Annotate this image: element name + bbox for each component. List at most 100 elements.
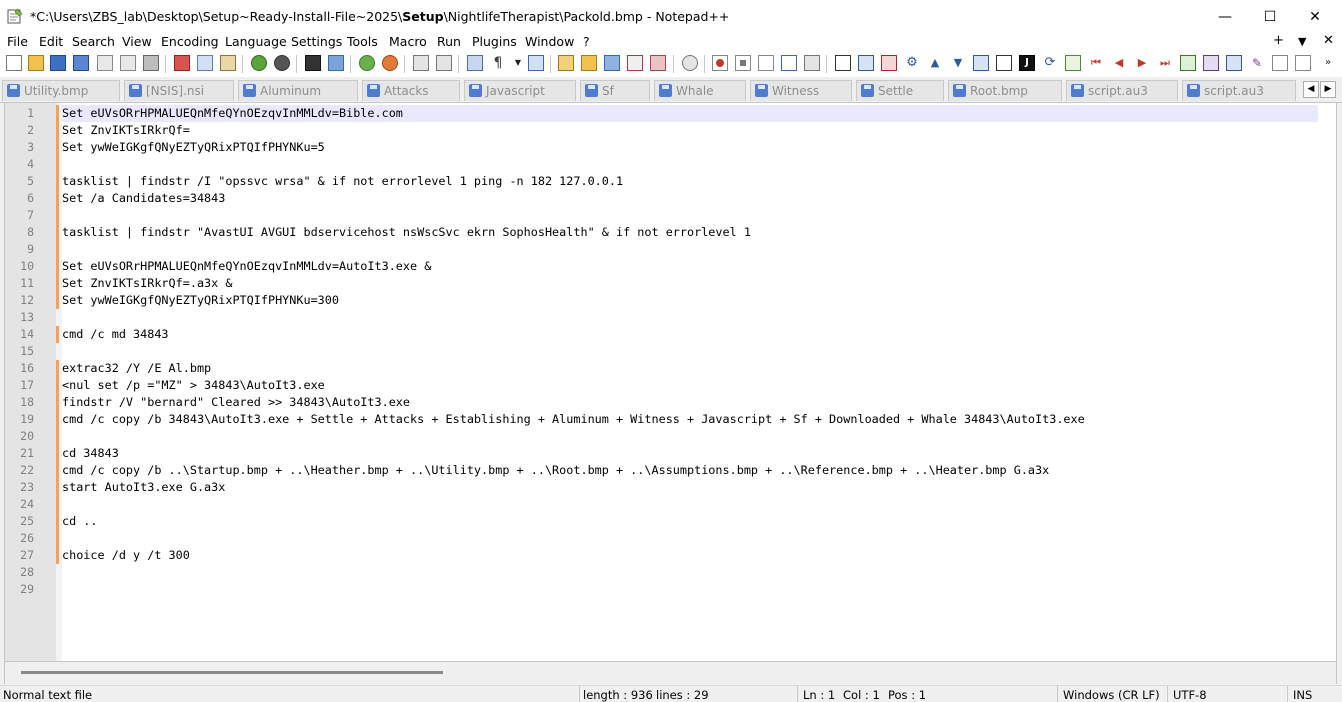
last-icon[interactable]: ⏭ bbox=[1157, 55, 1173, 71]
previous-icon[interactable]: ◀ bbox=[1111, 55, 1127, 71]
code-line[interactable]: 1 Set eUVsORrHPMALUEQnMfeQYnOEzqvInMMLdv=… bbox=[5, 105, 1281, 122]
next-icon[interactable]: ▶ bbox=[1134, 55, 1150, 71]
plugin-icon-5[interactable] bbox=[973, 55, 989, 71]
new-tab-icon[interactable]: + bbox=[1273, 33, 1284, 48]
menu-file[interactable]: File bbox=[7, 34, 28, 49]
user-defined-language-icon[interactable] bbox=[558, 55, 574, 71]
tab-attacks[interactable]: Attacks bbox=[362, 80, 460, 101]
menu-run[interactable]: Run bbox=[437, 34, 461, 49]
code-line[interactable]: 6 Set /a Candidates=34843 bbox=[5, 190, 1281, 207]
code-line[interactable]: 17 <nul set /p ="MZ" > 34843\AutoIt3.exe bbox=[5, 377, 1281, 394]
show-all-characters-icon[interactable]: ¶ bbox=[490, 55, 506, 71]
menu-edit[interactable]: Edit bbox=[39, 34, 63, 49]
code-line[interactable]: 12 Set ywWeIGKgfQNyEZTyQRixPTQIfPHYNKu=30… bbox=[5, 292, 1281, 309]
tab-javascript[interactable]: Javascript bbox=[464, 80, 576, 101]
code-line[interactable]: 22 cmd /c copy /b ..\Startup.bmp + ..\Hea… bbox=[5, 462, 1281, 479]
code-line[interactable]: 7 bbox=[5, 207, 1281, 224]
code-line[interactable]: 27 choice /d y /t 300 bbox=[5, 547, 1281, 564]
monitoring-icon[interactable] bbox=[682, 55, 698, 71]
tab-scroll-right-icon[interactable]: ▶ bbox=[1320, 81, 1336, 98]
save-icon[interactable] bbox=[50, 55, 66, 71]
horizontal-scrollbar-thumb[interactable] bbox=[21, 671, 443, 674]
editor[interactable]: 1 Set eUVsORrHPMALUEQnMfeQYnOEzqvInMMLdv=… bbox=[4, 102, 1337, 662]
plugin-icon-9[interactable] bbox=[1226, 55, 1242, 71]
arrow-down-icon[interactable]: ▼ bbox=[950, 55, 966, 71]
macro-run-multiple-icon[interactable] bbox=[781, 55, 797, 71]
new-file-icon[interactable] bbox=[6, 55, 22, 71]
code-line[interactable]: 13 bbox=[5, 309, 1281, 326]
plugin-icon-2[interactable] bbox=[858, 55, 874, 71]
plugin-icon-11[interactable] bbox=[1295, 55, 1311, 71]
code-line[interactable]: 18 findstr /V "bernard" Cleared >> 34843\… bbox=[5, 394, 1281, 411]
json-icon[interactable]: J bbox=[1019, 55, 1035, 71]
code-line[interactable]: 11 Set ZnvIKTsIRkrQf=.a3x & bbox=[5, 275, 1281, 292]
tab-sf[interactable]: Sf bbox=[580, 80, 650, 101]
code-line[interactable]: 15 bbox=[5, 343, 1281, 360]
check-icon[interactable] bbox=[1065, 55, 1081, 71]
close-tab-icon[interactable]: ✕ bbox=[1323, 33, 1334, 48]
sync-horizontal-icon[interactable] bbox=[436, 55, 452, 71]
code-line[interactable]: 4 bbox=[5, 156, 1281, 173]
code-line[interactable]: 16 extrac32 /Y /E Al.bmp bbox=[5, 360, 1281, 377]
macro-record-icon[interactable] bbox=[712, 55, 728, 71]
tab-scroll-left-icon[interactable]: ◀ bbox=[1303, 81, 1319, 98]
code-line[interactable]: 20 bbox=[5, 428, 1281, 445]
sync-vertical-icon[interactable] bbox=[413, 55, 429, 71]
dropdown-arrow-icon[interactable]: ▼ bbox=[510, 55, 526, 71]
find-icon[interactable] bbox=[305, 55, 321, 71]
tab-whale[interactable]: Whale bbox=[654, 80, 746, 101]
close-button[interactable]: ✕ bbox=[1292, 0, 1338, 33]
minimize-button[interactable]: — bbox=[1202, 0, 1248, 33]
document-list-icon[interactable] bbox=[604, 55, 620, 71]
folder-as-workspace-icon[interactable] bbox=[650, 55, 666, 71]
menu-tools[interactable]: Tools bbox=[347, 34, 378, 49]
zoom-out-icon[interactable] bbox=[382, 55, 398, 71]
clear-icon[interactable]: ✎ bbox=[1249, 55, 1265, 71]
plugin-icon-1[interactable] bbox=[835, 55, 851, 71]
code-line[interactable]: 21 cd 34843 bbox=[5, 445, 1281, 462]
menu-view[interactable]: View bbox=[122, 34, 152, 49]
tab-script-au3[interactable]: script.au3 bbox=[1066, 80, 1178, 101]
plugin-icon-6[interactable] bbox=[996, 55, 1012, 71]
menu-window[interactable]: Window bbox=[525, 34, 574, 49]
maximize-button[interactable]: ☐ bbox=[1247, 0, 1293, 33]
plugin-icon-10[interactable] bbox=[1272, 55, 1288, 71]
code-line[interactable]: 2 Set ZnvIKTsIRkrQf= bbox=[5, 122, 1281, 139]
tab-nsis-nsi[interactable]: [NSIS].nsi bbox=[124, 80, 234, 101]
horizontal-scrollbar[interactable] bbox=[4, 662, 1337, 684]
code-line[interactable]: 29 bbox=[5, 581, 1281, 598]
first-icon[interactable]: ⏮ bbox=[1088, 55, 1104, 71]
arrow-up-icon[interactable]: ▲ bbox=[927, 55, 943, 71]
close-file-icon[interactable] bbox=[97, 55, 113, 71]
menu-macro[interactable]: Macro bbox=[389, 34, 427, 49]
indent-guide-icon[interactable] bbox=[528, 55, 544, 71]
tab-settle[interactable]: Settle bbox=[856, 80, 944, 101]
toolbar-overflow-icon[interactable]: » bbox=[1320, 55, 1336, 71]
plugin-icon-3[interactable] bbox=[881, 55, 897, 71]
menu-search[interactable]: Search bbox=[72, 34, 115, 49]
plugin-icon-4[interactable]: ⚙ bbox=[904, 55, 920, 71]
document-map-icon[interactable] bbox=[581, 55, 597, 71]
print-icon[interactable] bbox=[143, 55, 159, 71]
code-line[interactable]: 23 start AutoIt3.exe G.a3x bbox=[5, 479, 1281, 496]
plugin-icon-7[interactable] bbox=[1180, 55, 1196, 71]
macro-play-icon[interactable] bbox=[758, 55, 774, 71]
menu-language[interactable]: Language bbox=[225, 34, 287, 49]
cut-icon[interactable] bbox=[174, 55, 190, 71]
menu-help[interactable]: ? bbox=[583, 34, 590, 49]
tab-root-bmp[interactable]: Root.bmp bbox=[948, 80, 1062, 101]
tab-witness[interactable]: Witness bbox=[750, 80, 852, 101]
code-line[interactable]: 28 bbox=[5, 564, 1281, 581]
code-line[interactable]: 3 Set ywWeIGKgfQNyEZTyQRixPTQIfPHYNKu=5 bbox=[5, 139, 1281, 156]
code-line[interactable]: 24 bbox=[5, 496, 1281, 513]
replace-icon[interactable] bbox=[328, 55, 344, 71]
tab-utility-bmp[interactable]: Utility.bmp bbox=[2, 80, 120, 101]
plugin-icon-8[interactable] bbox=[1203, 55, 1219, 71]
code-line[interactable]: 5 tasklist | findstr /I "opssvc wrsa" & i… bbox=[5, 173, 1281, 190]
menu-settings[interactable]: Settings bbox=[291, 34, 342, 49]
code-line[interactable]: 14 cmd /c md 34843 bbox=[5, 326, 1281, 343]
word-wrap-icon[interactable] bbox=[467, 55, 483, 71]
macro-save-icon[interactable] bbox=[804, 55, 820, 71]
redo-icon[interactable] bbox=[274, 55, 290, 71]
code-line[interactable]: 8 tasklist | findstr "AvastUI AVGUI bdser… bbox=[5, 224, 1281, 241]
